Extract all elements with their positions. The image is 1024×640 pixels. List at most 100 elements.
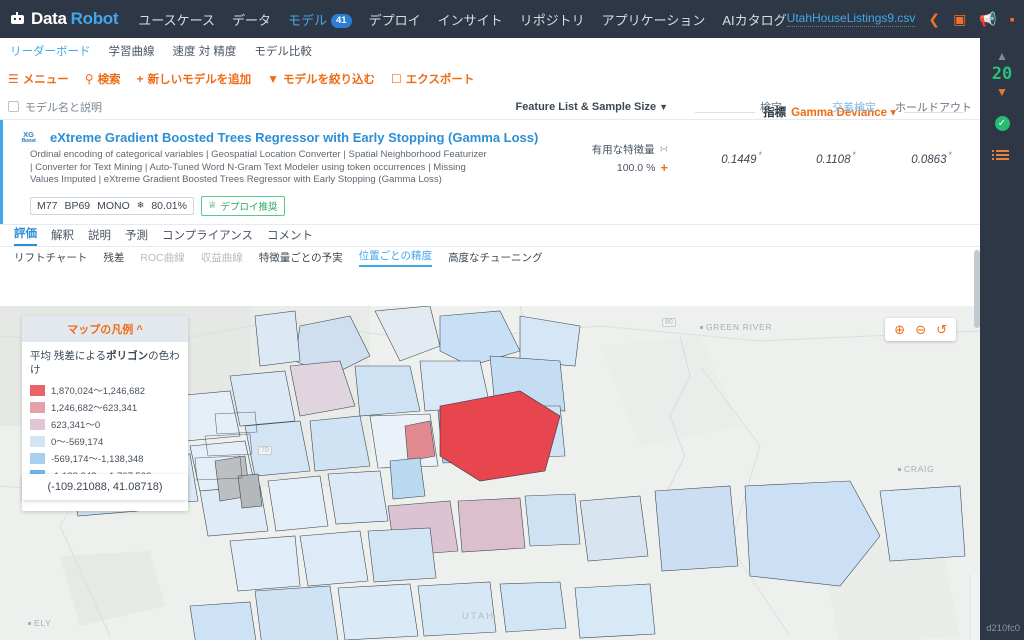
menu-label: メニュー — [22, 74, 69, 86]
map-coordinates-readout: (-109.21088, 41.08718) — [22, 474, 188, 500]
leaderboard-tab-model-comparison[interactable]: モデル比較 — [254, 43, 312, 59]
search-button[interactable]: ⚲ 検索 — [85, 71, 121, 87]
chevron-down-icon[interactable]: ▼ — [996, 86, 1008, 98]
tab-residuals[interactable]: 残差 — [103, 250, 124, 265]
filter-label: モデルを絞り込む — [282, 74, 375, 86]
city-dot-icon — [28, 621, 31, 625]
nav-label: AIカタログ — [722, 12, 787, 28]
legend-swatch — [30, 435, 45, 447]
share-icon[interactable]: ❮ — [928, 12, 940, 26]
metric-cross-validation-value: 0.1108 * — [816, 150, 856, 166]
add-model-label: 新しいモデルを追加 — [147, 74, 252, 86]
nav-item-insights[interactable]: インサイト — [438, 10, 503, 29]
map-label-text: CRAIG — [904, 464, 935, 474]
highway-marker-80: 80 — [662, 318, 676, 327]
chevron-up-icon[interactable]: ▲ — [996, 50, 1008, 62]
worker-count: 20 — [991, 64, 1013, 84]
column-validation[interactable]: 検定 — [760, 99, 782, 115]
xgboost-icon-top: XG — [23, 130, 34, 139]
plus-icon[interactable]: + — [660, 161, 668, 174]
app-root: Data Robot ユースケース データ モデル 41 デプロイ インサイト リポ… — [0, 0, 1024, 640]
search-label: 検索 — [97, 74, 121, 86]
menu-button[interactable]: ☰ メニュー — [8, 71, 69, 87]
tab-describe[interactable]: 説明 — [88, 227, 111, 246]
legend-title: 平均 残差によるポリゴンの色わけ — [30, 349, 180, 377]
legend-header-toggle[interactable]: マップの凡例 ^ — [22, 316, 188, 342]
zoom-in-icon[interactable]: ⊕ — [894, 323, 905, 336]
nav-item-applications[interactable]: アプリケーション — [602, 10, 706, 29]
zoom-out-icon[interactable]: ⊖ — [915, 323, 926, 336]
nav-item-data[interactable]: データ — [232, 10, 271, 29]
queue-list-icon[interactable] — [991, 150, 1009, 160]
select-all-checkbox[interactable] — [8, 101, 19, 112]
leaderboard-tab-leaderboard[interactable]: リーダーボード — [10, 43, 91, 59]
robot-icon — [10, 12, 25, 26]
nav-item-models[interactable]: モデル 41 — [288, 10, 352, 29]
reset-icon[interactable]: ↺ — [936, 323, 947, 336]
tab-evaluate[interactable]: 評価 — [14, 225, 37, 246]
tab-compliance[interactable]: コンプライアンス — [162, 227, 253, 246]
xgboost-icon: XG Boost — [20, 131, 37, 147]
trophy-icon: ♕ — [207, 200, 217, 211]
funnel-icon: ▼ — [659, 101, 668, 112]
map-label-text: GREEN RIVER — [706, 322, 773, 332]
tab-predict[interactable]: 予測 — [125, 227, 148, 246]
export-button[interactable]: ☐ エクスポート — [391, 71, 474, 87]
export-label: エクスポート — [405, 74, 475, 86]
legend-row: 1,870,024〜1,246,682 — [30, 383, 180, 397]
map-label-ely: ELY — [28, 618, 52, 628]
leaderboard-tab-learning-curve[interactable]: 学習曲線 — [109, 43, 155, 59]
leaderboard-column-header: モデル名と説明 Feature List & Sample Size ▼ 検定 交… — [0, 94, 980, 120]
datarobot-logo[interactable]: Data Robot — [10, 9, 119, 29]
nav-item-usecase[interactable]: ユースケース — [138, 10, 215, 29]
leaderboard-toolbar: ☰ メニュー ⚲ 検索 + 新しいモデルを追加 ▼ モデルを絞り込む ☐ エクスポート — [0, 64, 980, 94]
map-label-craig: CRAIG — [898, 464, 934, 474]
brand-text-data: Data — [31, 9, 67, 28]
tab-interpret[interactable]: 解釈 — [51, 227, 74, 246]
legend-range-label: 0〜-569,174 — [51, 437, 104, 448]
status-check-icon[interactable]: ✓ — [994, 116, 1010, 131]
leaderboard-tab-speed-vs-accuracy[interactable]: 速度 対 精度 — [173, 43, 237, 59]
tab-feature-fit[interactable]: 特徴量ごとの予実 — [259, 250, 343, 265]
column-cross-validation[interactable]: 交差検定 — [832, 99, 876, 115]
legend-title-bold: ポリゴン — [106, 350, 149, 362]
metric-cross-validation-number: 0.1108 — [816, 153, 851, 166]
model-title[interactable]: eXtreme Gradient Boosted Trees Regressor… — [50, 130, 972, 146]
legend-row: 0〜-569,174 — [30, 434, 180, 448]
metric-holdout-number: 0.0863 — [911, 153, 947, 166]
leaderboard-nav: リーダーボード 学習曲線 速度 対 精度 モデル比較 — [0, 38, 980, 64]
deploy-recommended-badge: ♕ デプロイ推奨 — [200, 195, 285, 216]
useful-features-row: 有用な特徴量 ∺ — [558, 142, 668, 157]
column-holdout[interactable]: ホールドアウト — [895, 99, 972, 115]
plus-icon: + — [136, 72, 144, 86]
highway-marker-70: 70 — [258, 446, 272, 455]
map-scrollbar[interactable] — [970, 574, 980, 640]
folder-icon[interactable]: ▪ — [1010, 12, 1015, 26]
tab-comments[interactable]: コメント — [267, 227, 313, 246]
dataset-name-link[interactable]: UtahHouseListings9.csv — [786, 11, 916, 27]
column-feature-list[interactable]: Feature List & Sample Size ▼ — [515, 101, 668, 113]
map-label-text: ELY — [34, 618, 52, 628]
hamburger-icon: ☰ — [8, 72, 19, 86]
nav-item-repository[interactable]: リポジトリ — [520, 10, 585, 29]
snowflake-icon: ❄ — [136, 200, 145, 210]
book-icon[interactable]: ▣ — [953, 12, 966, 26]
asterisk-marker: * — [852, 150, 856, 160]
card-scrollbar[interactable] — [974, 250, 980, 328]
filter-models-button[interactable]: ▼ モデルを絞り込む — [267, 71, 375, 87]
funnel-icon: ▼ — [267, 72, 279, 86]
models-count-badge: 41 — [330, 14, 352, 29]
right-sidebar-rail: ▲ 20 ▼ ✓ — [980, 38, 1024, 640]
map-zoom-controls: ⊕ ⊖ ↺ — [885, 318, 956, 341]
useful-features-pct-row: 100.0 % + — [558, 161, 668, 174]
tab-accuracy-over-space[interactable]: 位置ごとの精度 — [358, 248, 433, 267]
tab-lift-chart[interactable]: リフトチャート — [14, 250, 87, 265]
nav-item-ai-catalog[interactable]: AIカタログ — [722, 10, 786, 29]
model-card[interactable]: XG Boost eXtreme Gradient Boosted Trees … — [0, 120, 980, 328]
geospatial-map[interactable]: GREEN RIVER CRAIG GRAND JUNCTION UTAH EL… — [0, 306, 980, 640]
nav-item-deploy[interactable]: デプロイ — [369, 10, 421, 29]
tab-advanced-tuning[interactable]: 高度なチューニング — [448, 250, 543, 265]
add-new-model-button[interactable]: + 新しいモデルを追加 — [137, 71, 252, 87]
search-icon: ⚲ — [84, 72, 94, 86]
megaphone-icon[interactable]: 📢 — [979, 12, 996, 26]
